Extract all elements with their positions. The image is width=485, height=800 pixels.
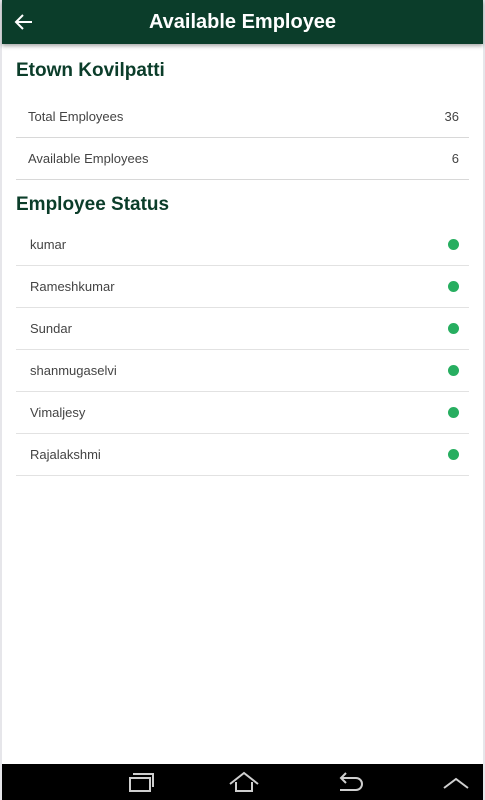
status-dot-icon [448,239,459,250]
summary-value: 6 [451,151,459,166]
employee-name: Sundar [30,321,72,336]
content: Etown Kovilpatti Total Employees 36 Avai… [16,44,469,476]
status-dot-icon [448,365,459,376]
employee-list: kumar Rameshkumar Sundar shanmugaselvi V… [16,224,469,476]
list-item[interactable]: Rameshkumar [16,266,469,308]
list-item[interactable]: Vimaljesy [16,392,469,434]
employee-name: Rajalakshmi [30,447,101,462]
employee-name: shanmugaselvi [30,363,117,378]
app-bar: Available Employee [2,0,483,44]
list-item[interactable]: shanmugaselvi [16,350,469,392]
page-title: Available Employee [148,10,337,33]
branch-title: Etown Kovilpatti [16,60,165,81]
back-icon [339,772,363,791]
back-button[interactable] [10,8,38,36]
list-item[interactable]: Rajalakshmi [16,434,469,476]
status-dot-icon [448,323,459,334]
home-button[interactable] [226,770,262,794]
list-item[interactable]: Sundar [16,308,469,350]
status-dot-icon [448,449,459,460]
summary-row-available: Available Employees 6 [16,138,469,180]
status-dot-icon [448,281,459,292]
nav-expand-button[interactable] [438,770,474,794]
list-item[interactable]: kumar [16,224,469,266]
recent-apps-button[interactable] [122,770,158,794]
summary-list: Total Employees 36 Available Employees 6 [16,96,469,180]
summary-label: Total Employees [28,109,124,124]
employee-name: kumar [30,237,67,252]
summary-row-total: Total Employees 36 [16,96,469,138]
arrow-left-icon [14,14,32,30]
employee-status-title: Employee Status [16,194,170,215]
screen: Available Employee Etown Kovilpatti Tota… [0,0,485,800]
recent-apps-icon [129,773,154,792]
nav-back-button[interactable] [332,770,368,794]
chevron-up-icon [443,777,469,789]
system-nav-bar [2,764,483,800]
employee-name: Rameshkumar [30,279,115,294]
summary-label: Available Employees [28,151,149,166]
summary-value: 36 [444,109,459,124]
home-icon [229,771,259,792]
status-dot-icon [448,407,459,418]
employee-name: Vimaljesy [30,405,86,420]
